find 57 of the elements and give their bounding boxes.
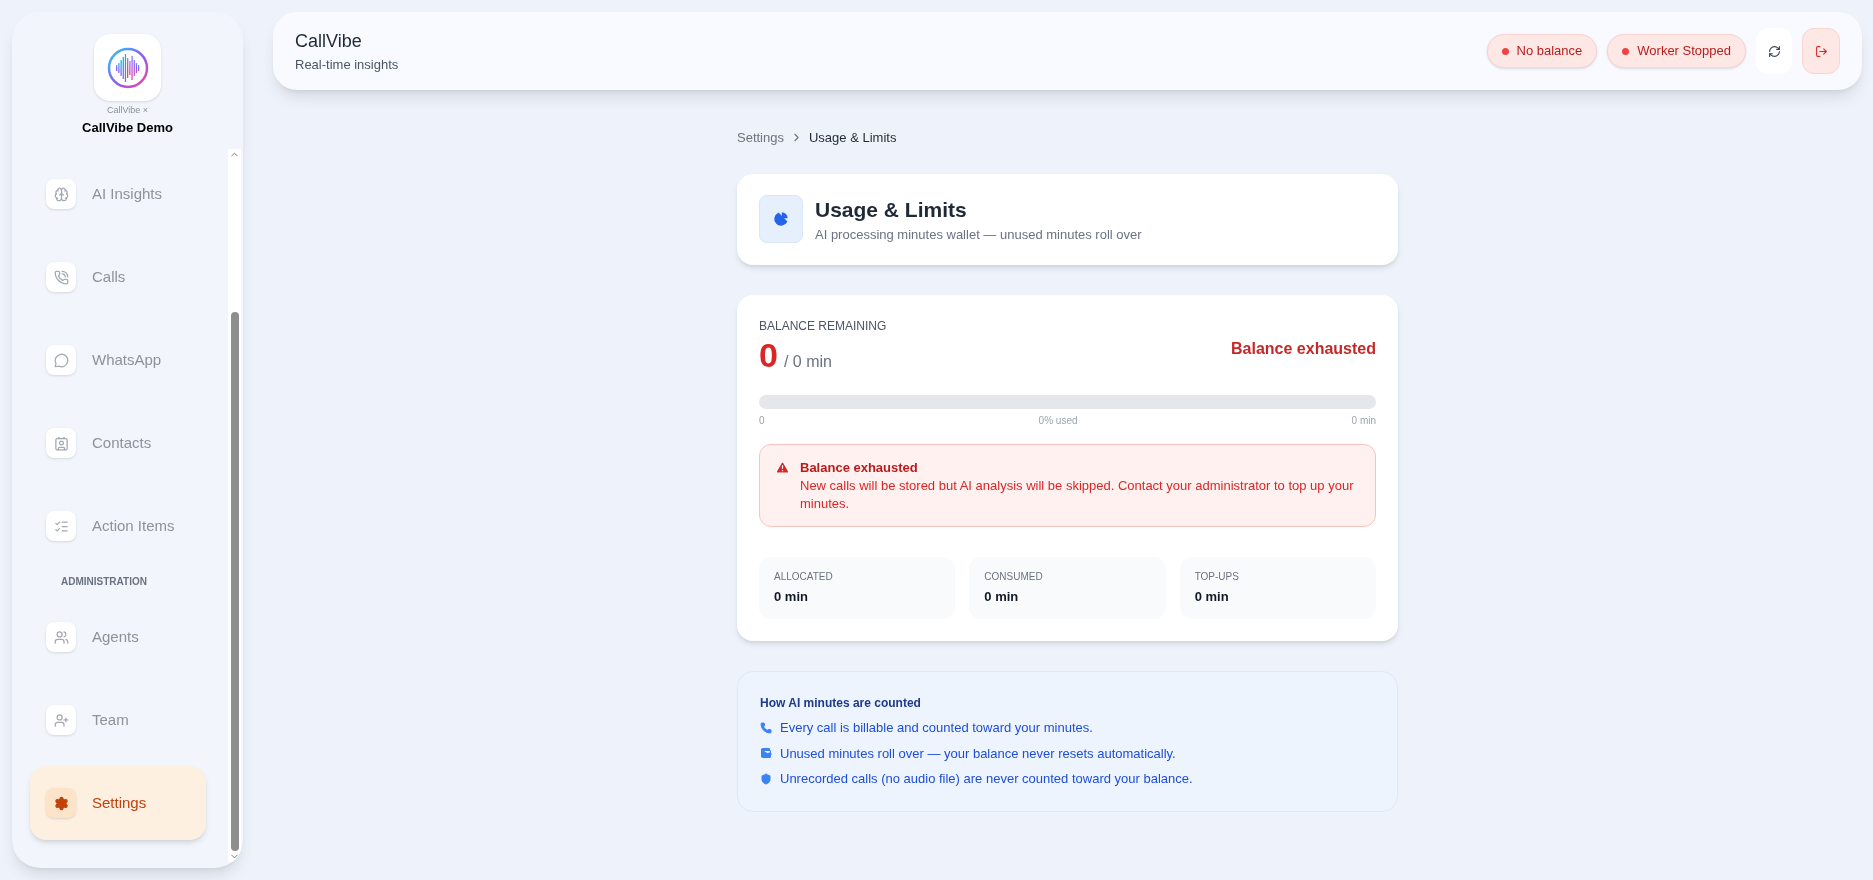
sidebar-item[interactable]: WhatsApp (30, 323, 206, 397)
alert-title: Balance exhausted (800, 458, 919, 477)
page-subtitle: AI processing minutes wallet — unused minutes roll over (815, 226, 1142, 244)
wallet-icon (760, 747, 772, 760)
shield-icon (760, 772, 772, 785)
sidebar-item[interactable]: AI Insights (30, 157, 206, 231)
settings-icon (53, 795, 69, 811)
balance-value: 0 (759, 334, 778, 375)
info-text: Unrecorded calls (no audio file) are never counted toward your balance. (780, 770, 1193, 788)
stat-label: TOP-UPS (1194, 570, 1240, 585)
balance-total: / 0 min (783, 351, 832, 372)
stat-value: 0 min (774, 588, 809, 607)
alert-text: New calls will be stored but AI analysis will be skipped. Contact your administrator to top up your minutes. (800, 477, 1355, 513)
phone-icon (760, 721, 772, 734)
brand-caption: CallVibe × (106, 104, 149, 117)
checklist-icon (53, 518, 69, 534)
brain-icon (53, 186, 69, 202)
contact-card-icon (53, 435, 69, 451)
brand-name: CallVibe Demo (82, 118, 173, 137)
sidebar-item[interactable]: Team (30, 683, 206, 757)
users-icon (53, 629, 69, 645)
phone-call-icon (53, 269, 69, 285)
pie-chart-icon (772, 210, 790, 228)
refresh-icon (1767, 44, 1781, 58)
logout-icon (1814, 44, 1828, 58)
status-badge: Worker Stopped (1607, 34, 1746, 68)
balance-label: BALANCE REMAINING (759, 317, 887, 335)
scale-label: 0 min (1351, 413, 1376, 428)
logout-button[interactable] (1802, 28, 1840, 74)
add-user-icon (53, 712, 69, 728)
balance-status: Balance exhausted (1231, 338, 1376, 359)
scrollbar-thumb[interactable] (230, 312, 239, 851)
app-title: CallVibe (295, 29, 363, 53)
chat-bubble-icon (53, 352, 69, 368)
sidebar-item[interactable]: Calls (30, 240, 206, 314)
status-badge: No balance (1486, 34, 1598, 68)
scale-label: 0 (759, 413, 765, 428)
section-heading: ADMINISTRATION (60, 575, 148, 589)
breadcrumb-current: Usage & Limits (809, 129, 897, 147)
page-title: Usage & Limits (815, 196, 968, 223)
stat-label: ALLOCATED (774, 570, 834, 585)
info-title: How AI minutes are counted (760, 695, 922, 712)
scale-label: 0% used (1038, 413, 1078, 428)
info-text: Unused minutes roll over — your balance never resets automatically. (780, 744, 1176, 763)
sidebar-item[interactable]: Agents (30, 600, 206, 674)
sidebar-item[interactable]: Settings (30, 766, 206, 840)
warning-icon (775, 459, 790, 475)
stat-label: CONSUMED (984, 570, 1044, 585)
breadcrumb-link[interactable]: Settings (737, 128, 784, 148)
stat-value: 0 min (984, 588, 1020, 607)
waveform-logo-icon (106, 46, 149, 89)
sidebar-item[interactable]: Action Items (30, 489, 206, 563)
stat-value: 0 min (1194, 588, 1230, 607)
sidebar-item[interactable]: Contacts (30, 406, 206, 480)
app-subtitle: Real-time insights (295, 55, 399, 74)
info-text: Every call is billable and counted toward your minutes. (780, 719, 1093, 737)
refresh-button[interactable] (1756, 28, 1792, 74)
